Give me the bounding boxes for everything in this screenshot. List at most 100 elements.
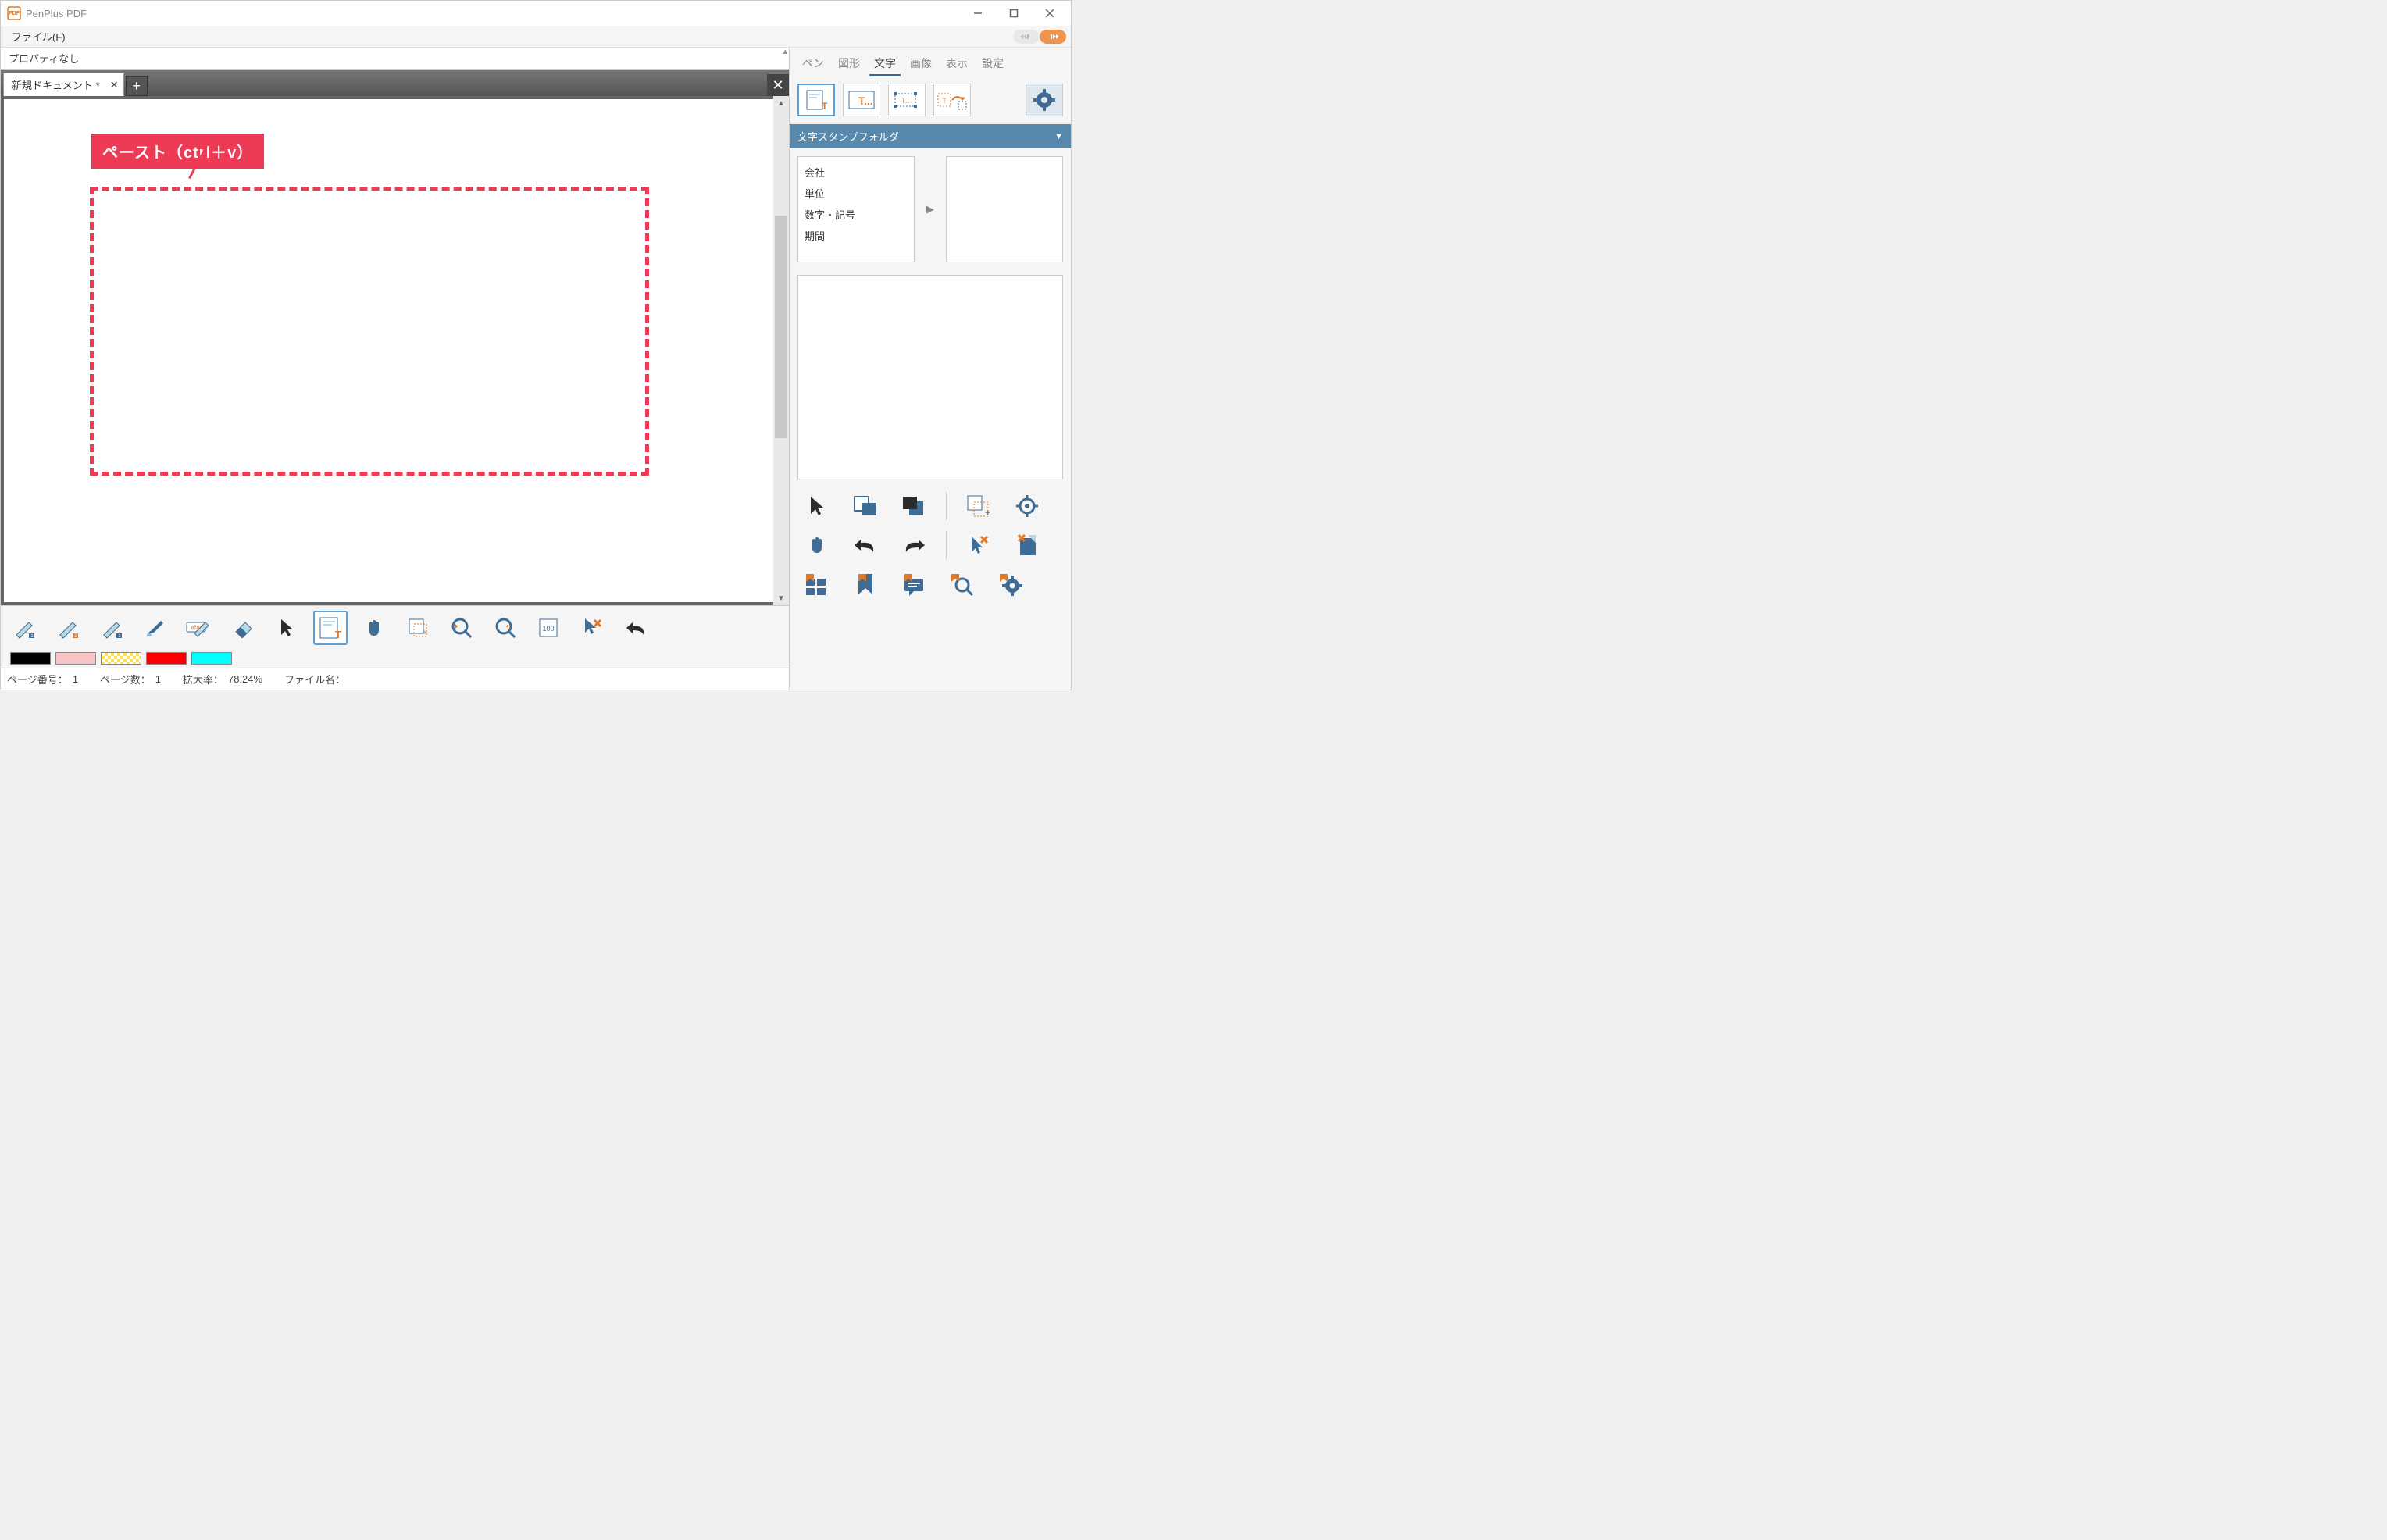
menu-file[interactable]: ファイル(F) bbox=[5, 26, 72, 47]
zoom-out-tool[interactable] bbox=[444, 611, 479, 645]
right-panel-tabs: ペン 図形 文字 画像 表示 設定 bbox=[790, 48, 1071, 76]
vertical-scrollbar[interactable]: ▲ ▼ bbox=[773, 96, 789, 605]
svg-text:T: T bbox=[335, 629, 341, 640]
highlighter3-tool[interactable]: 1 bbox=[95, 611, 129, 645]
document-tab-strip: 新規ドキュメント * ✕ + ✕ bbox=[1, 70, 789, 96]
close-all-tabs-button[interactable]: ✕ bbox=[767, 74, 789, 96]
title-bar: PDF PenPlus PDF bbox=[1, 1, 1071, 26]
minimize-button[interactable] bbox=[960, 2, 996, 25]
stamp-folder-item[interactable]: 数字・記号 bbox=[803, 204, 909, 225]
status-filename-label: ファイル名： bbox=[284, 672, 345, 686]
text-stamp-tool[interactable]: abc bbox=[182, 611, 216, 645]
highlighter1-tool[interactable]: 1 bbox=[7, 611, 41, 645]
stamp-folder-item[interactable]: 会社 bbox=[803, 162, 909, 183]
bookmark-button[interactable] bbox=[849, 570, 882, 598]
text-move-button[interactable]: T bbox=[933, 84, 971, 116]
property-bar: プロパティなし ▴ bbox=[1, 48, 789, 70]
delete-page-button[interactable] bbox=[1011, 531, 1044, 559]
stamp-folder-item[interactable]: 単位 bbox=[803, 183, 909, 204]
rp-tab-pen[interactable]: ペン bbox=[797, 52, 829, 76]
stamp-folder-list[interactable]: 会社 単位 数字・記号 期間 bbox=[797, 156, 915, 262]
rp-tab-settings[interactable]: 設定 bbox=[977, 52, 1008, 76]
svg-text:T..: T.. bbox=[901, 97, 910, 105]
close-button[interactable] bbox=[1032, 2, 1068, 25]
menu-bar: ファイル(F) bbox=[1, 26, 1071, 48]
right-panel: ペン 図形 文字 画像 表示 設定 T T... T.. T 文字スタンプフォル… bbox=[790, 48, 1071, 690]
svg-text:+: + bbox=[423, 629, 427, 637]
text-settings-button[interactable] bbox=[1026, 84, 1063, 116]
delete-cursor-button[interactable] bbox=[962, 531, 995, 559]
stamp-folder-item[interactable]: 期間 bbox=[803, 225, 909, 246]
canvas-area: ペースト（ctrl＋v） ▲ ▼ bbox=[1, 96, 789, 605]
nav-next-button[interactable] bbox=[1040, 30, 1066, 44]
eraser-tool[interactable] bbox=[226, 611, 260, 645]
hand-button[interactable] bbox=[801, 531, 833, 559]
layer-front-button[interactable] bbox=[849, 492, 882, 520]
document-tab-label: 新規ドキュメント * bbox=[12, 77, 100, 92]
scroll-down-icon[interactable]: ▼ bbox=[773, 591, 789, 605]
paste-callout: ペースト（ctrl＋v） bbox=[91, 134, 264, 169]
layer-back-button[interactable] bbox=[897, 492, 930, 520]
select-arrow-button[interactable] bbox=[801, 492, 833, 520]
hand-tool[interactable] bbox=[357, 611, 391, 645]
stamp-folder-label: 文字スタンプフォルダ bbox=[797, 129, 899, 144]
stamp-large-preview bbox=[797, 275, 1063, 479]
color-swatch-cyan[interactable] bbox=[191, 652, 232, 665]
zoom-fit-tool[interactable]: 100 bbox=[532, 611, 566, 645]
rp-tab-text[interactable]: 文字 bbox=[869, 52, 901, 76]
svg-text:PDF: PDF bbox=[9, 11, 20, 16]
stamp-nav-arrow-icon[interactable]: ▶ bbox=[922, 156, 938, 262]
stamp-preview-pane bbox=[946, 156, 1063, 262]
bottom-toolbar: 1 2 1 abc T + 100 bbox=[1, 605, 789, 649]
zoom-in-tool[interactable] bbox=[488, 611, 523, 645]
svg-text:+: + bbox=[985, 508, 990, 518]
select-tool[interactable] bbox=[269, 611, 304, 645]
highlighter2-tool[interactable]: 2 bbox=[51, 611, 85, 645]
color-swatch-checker[interactable] bbox=[101, 652, 141, 665]
rp-tab-shape[interactable]: 図形 bbox=[833, 52, 865, 76]
text-box-insert-button[interactable]: T bbox=[797, 84, 835, 116]
delete-selection-tool[interactable] bbox=[576, 611, 610, 645]
scroll-up-icon[interactable]: ▲ bbox=[773, 96, 789, 110]
app-icon: PDF bbox=[7, 6, 21, 20]
status-page-count-label: ページ数： bbox=[100, 672, 151, 686]
svg-text:T: T bbox=[822, 101, 828, 112]
status-page-no-label: ページ番号： bbox=[7, 672, 68, 686]
text-tool-row: T T... T.. T bbox=[790, 76, 1071, 124]
nav-prev-button[interactable] bbox=[1013, 30, 1040, 44]
undo-button[interactable] bbox=[849, 531, 882, 559]
target-button[interactable] bbox=[1011, 492, 1044, 520]
bookmark-comment-button[interactable] bbox=[897, 570, 930, 598]
copy-selection-button[interactable]: + bbox=[962, 492, 995, 520]
document-canvas[interactable]: ペースト（ctrl＋v） bbox=[4, 99, 773, 602]
rp-tab-view[interactable]: 表示 bbox=[941, 52, 972, 76]
rp-tab-image[interactable]: 画像 bbox=[905, 52, 937, 76]
collapse-triangle-icon: ▼ bbox=[1054, 132, 1063, 141]
status-zoom: 78.24% bbox=[228, 673, 262, 685]
text-select-button[interactable]: T.. bbox=[888, 84, 926, 116]
bookmark-settings-button[interactable] bbox=[994, 570, 1027, 598]
brush-tool[interactable] bbox=[138, 611, 173, 645]
text-box-tool[interactable]: T bbox=[313, 611, 348, 645]
property-collapse-icon[interactable]: ▴ bbox=[783, 46, 787, 56]
status-page-count: 1 bbox=[155, 673, 161, 685]
svg-text:T: T bbox=[942, 97, 947, 105]
text-block-button[interactable]: T... bbox=[843, 84, 880, 116]
maximize-button[interactable] bbox=[996, 2, 1032, 25]
redo-button[interactable] bbox=[897, 531, 930, 559]
crop-tool[interactable]: + bbox=[401, 611, 435, 645]
undo-tool[interactable] bbox=[619, 611, 654, 645]
svg-text:T...: T... bbox=[858, 94, 873, 107]
bookmark-search-button[interactable] bbox=[946, 570, 979, 598]
paste-selection-outline bbox=[90, 187, 649, 476]
status-bar: ページ番号：1 ページ数：1 拡大率：78.24% ファイル名： bbox=[1, 668, 789, 690]
scroll-thumb[interactable] bbox=[775, 216, 787, 438]
stamp-folder-header[interactable]: 文字スタンプフォルダ ▼ bbox=[790, 124, 1071, 148]
add-tab-button[interactable]: + bbox=[126, 76, 148, 96]
tab-close-icon[interactable]: ✕ bbox=[110, 79, 119, 91]
document-tab[interactable]: 新規ドキュメント * ✕ bbox=[3, 73, 124, 96]
bookmark-grid-button[interactable] bbox=[801, 570, 833, 598]
color-swatch-red[interactable] bbox=[146, 652, 187, 665]
color-swatch-black[interactable] bbox=[10, 652, 51, 665]
color-swatch-pink[interactable] bbox=[55, 652, 96, 665]
